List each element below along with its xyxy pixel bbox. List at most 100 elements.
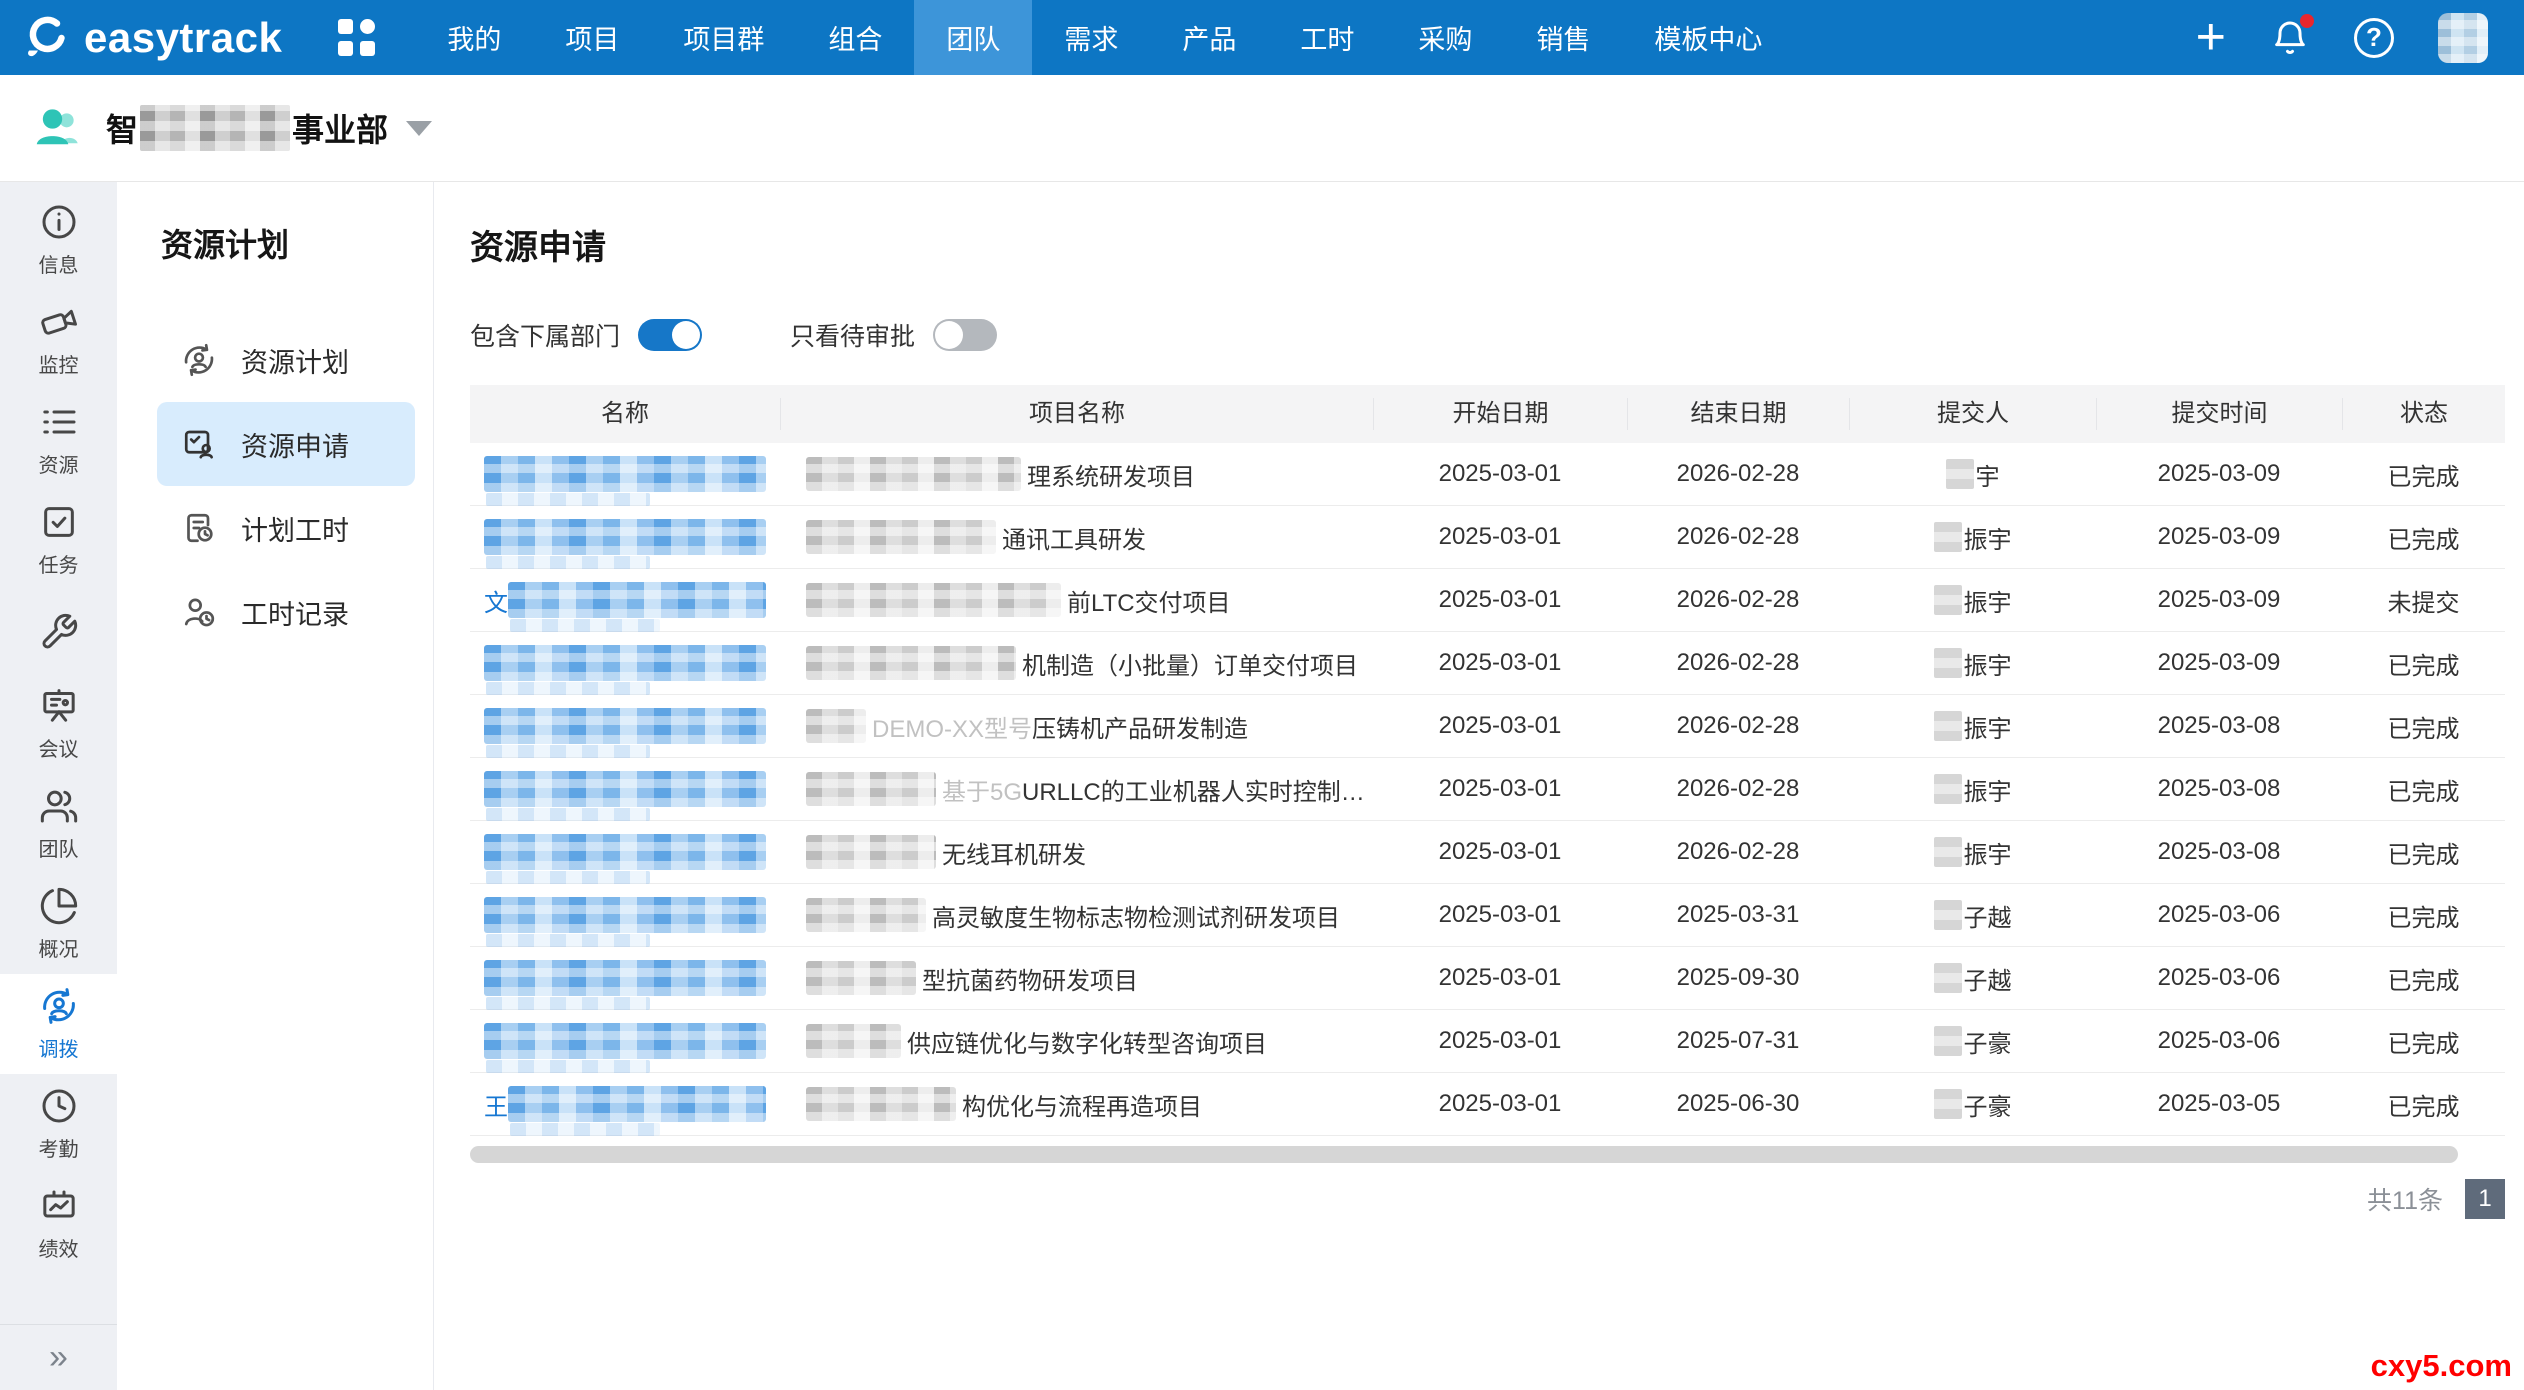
- nav-item-2[interactable]: 项目群: [651, 0, 796, 75]
- rail-item-label: 会议: [39, 733, 79, 762]
- blurred-project-prefix: [806, 520, 996, 554]
- sidebar-item-计划工时[interactable]: 计划工时: [157, 486, 415, 570]
- rail-item-资源[interactable]: 资源: [0, 390, 117, 490]
- project-name-cell: DEMO-XX型号压铸机产品研发制造: [780, 709, 1373, 744]
- sidebar-item-资源计划[interactable]: 资源计划: [157, 318, 415, 402]
- toggle-label: 只看待审批: [790, 317, 915, 353]
- user-avatar[interactable]: [2438, 13, 2488, 63]
- horizontal-scrollbar-thumb[interactable]: [470, 1146, 2458, 1163]
- start-date-cell: 2025-03-01: [1373, 460, 1627, 488]
- start-date-cell: 2025-03-01: [1373, 586, 1627, 614]
- nav-item-3[interactable]: 组合: [796, 0, 914, 75]
- table-row: 型抗菌药物研发项目2025-03-012025-09-30子越2025-03-0…: [470, 947, 2505, 1010]
- submitter-text: 振宇: [1964, 772, 2012, 807]
- blurred-name-link[interactable]: [484, 960, 766, 996]
- person-cycle-icon: [181, 342, 217, 378]
- nav-item-1[interactable]: 项目: [533, 0, 651, 75]
- toggle-switch[interactable]: [933, 319, 997, 351]
- project-name-text: 无线耳机研发: [942, 835, 1086, 870]
- blurred-name-link[interactable]: [484, 834, 766, 870]
- nav-item-6[interactable]: 产品: [1150, 0, 1268, 75]
- column-header-状态: 状态: [2342, 398, 2505, 430]
- project-name-cell: 理系统研发项目: [780, 457, 1373, 492]
- project-name-cell: 机制造（小批量）订单交付项目: [780, 646, 1373, 681]
- overview-pie-icon: [39, 886, 79, 926]
- start-date-cell: 2025-03-01: [1373, 712, 1627, 740]
- start-date-cell: 2025-03-01: [1373, 775, 1627, 803]
- submit-time-cell: 2025-03-08: [2096, 712, 2342, 740]
- submit-time-cell: 2025-03-05: [2096, 1090, 2342, 1118]
- nav-item-5[interactable]: 需求: [1032, 0, 1150, 75]
- submitter-cell: 子越: [1849, 961, 2096, 996]
- column-header-提交时间: 提交时间: [2096, 398, 2342, 430]
- nav-item-9[interactable]: 销售: [1504, 0, 1622, 75]
- notifications-bell-icon[interactable]: [2270, 18, 2310, 58]
- submit-time-cell: 2025-03-06: [2096, 1027, 2342, 1055]
- planned-hours-icon: [181, 510, 217, 546]
- nav-item-4[interactable]: 团队: [914, 0, 1032, 75]
- column-header-结束日期: 结束日期: [1627, 398, 1849, 430]
- rail-item-wrench-icon[interactable]: [0, 590, 117, 674]
- rail-item-任务[interactable]: 任务: [0, 490, 117, 590]
- blurred-name-link[interactable]: [484, 897, 766, 933]
- rail-item-监控[interactable]: 监控: [0, 290, 117, 390]
- nav-item-10[interactable]: 模板中心: [1622, 0, 1794, 75]
- help-icon[interactable]: ?: [2354, 18, 2394, 58]
- rail-item-绩效[interactable]: 绩效: [0, 1174, 117, 1274]
- submitter-text: 振宇: [1964, 520, 2012, 555]
- rail-item-信息[interactable]: 信息: [0, 190, 117, 290]
- start-date-cell: 2025-03-01: [1373, 1090, 1627, 1118]
- sidebar-menu: 资源计划资源申请计划工时工时记录: [157, 318, 415, 654]
- blurred-name-link[interactable]: [484, 708, 766, 744]
- blurred-project-prefix: [806, 1087, 956, 1121]
- blurred-name-link[interactable]: [508, 1086, 766, 1122]
- sidebar-item-工时记录[interactable]: 工时记录: [157, 570, 415, 654]
- toggle-switch[interactable]: [638, 319, 702, 351]
- project-name-cell: 构优化与流程再造项目: [780, 1087, 1373, 1122]
- start-date-cell: 2025-03-01: [1373, 838, 1627, 866]
- blurred-name-link[interactable]: [484, 1023, 766, 1059]
- nav-item-8[interactable]: 采购: [1386, 0, 1504, 75]
- column-header-项目名称: 项目名称: [780, 398, 1373, 430]
- hours-record-icon: [181, 594, 217, 630]
- blurred-name-link[interactable]: [508, 582, 766, 618]
- blurred-name-link[interactable]: [484, 771, 766, 807]
- rail-item-会议[interactable]: 会议: [0, 674, 117, 774]
- table-row: 基于5G URLLC的工业机器人实时控制技术...2025-03-012026-…: [470, 758, 2505, 821]
- table-row: 机制造（小批量）订单交付项目2025-03-012026-02-28振宇2025…: [470, 632, 2505, 695]
- page-1-button[interactable]: 1: [2465, 1179, 2505, 1219]
- add-plus-icon[interactable]: +: [2196, 17, 2226, 59]
- attendance-clock-icon: [39, 1086, 79, 1126]
- rail-item-调拨[interactable]: 调拨: [0, 974, 117, 1074]
- rail-item-概况[interactable]: 概况: [0, 874, 117, 974]
- apps-grid-icon[interactable]: [338, 19, 375, 56]
- brand[interactable]: easytrack: [0, 0, 308, 75]
- nav-item-0[interactable]: 我的: [415, 0, 533, 75]
- project-name-text: 理系统研发项目: [1027, 457, 1195, 492]
- submitter-cell: 子豪: [1849, 1024, 2096, 1059]
- collapse-rail-button[interactable]: »: [0, 1324, 117, 1390]
- navbar-actions: + ?: [2196, 0, 2524, 75]
- sidebar-item-资源申请[interactable]: 资源申请: [157, 402, 415, 486]
- blurred-name-link[interactable]: [484, 645, 766, 681]
- blurred-project-prefix: [806, 961, 916, 995]
- left-icon-rail: 信息监控资源任务会议团队概况调拨考勤绩效 »: [0, 182, 117, 1390]
- project-name-text: 高灵敏度生物标志物检测试剂研发项目: [932, 898, 1340, 933]
- blurred-project-prefix: [806, 583, 1061, 617]
- rail-item-团队[interactable]: 团队: [0, 774, 117, 874]
- status-cell: 未提交: [2342, 583, 2505, 618]
- project-name-text: URLLC的工业机器人实时控制技术...: [1022, 772, 1373, 807]
- blurred-name-link[interactable]: [484, 456, 766, 492]
- filter-toggles: 包含下属部门只看待审批: [470, 317, 2524, 353]
- rail-item-考勤[interactable]: 考勤: [0, 1074, 117, 1174]
- blurred-name-link[interactable]: [484, 519, 766, 555]
- nav-item-7[interactable]: 工时: [1268, 0, 1386, 75]
- table-row: DEMO-XX型号压铸机产品研发制造2025-03-012026-02-28振宇…: [470, 695, 2505, 758]
- name-cell: [470, 771, 780, 807]
- table-row: 文前LTC交付项目2025-03-012026-02-28振宇2025-03-0…: [470, 569, 2505, 632]
- department-selector[interactable]: 智 事业部: [106, 105, 432, 151]
- sidebar-title: 资源计划: [161, 220, 415, 266]
- start-date-cell: 2025-03-01: [1373, 964, 1627, 992]
- end-date-cell: 2026-02-28: [1627, 523, 1849, 551]
- sidebar-item-label: 工时记录: [241, 593, 349, 632]
